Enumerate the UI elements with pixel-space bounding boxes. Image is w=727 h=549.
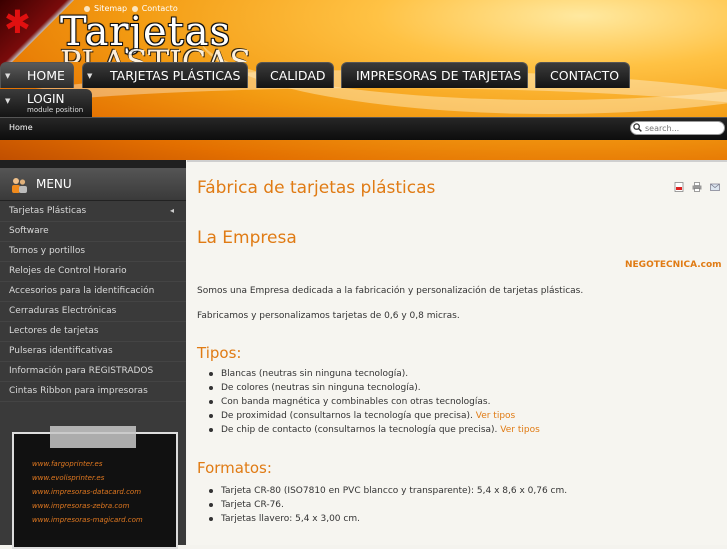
nav-calidad-label: CALIDAD	[270, 68, 326, 83]
banner-link-magicard[interactable]: www.impresoras-magicard.com	[32, 516, 143, 524]
nav-impresoras-label: IMPRESORAS DE TARJETAS	[356, 68, 522, 83]
intro-paragraph: Somos una Empresa dedicada a la fabricac…	[197, 286, 584, 296]
logo-text-secondary: PLASTICAS	[60, 46, 251, 62]
search-input[interactable]	[645, 122, 723, 134]
sidebar-item-label: Pulseras identificativas	[9, 346, 113, 356]
chevron-down-icon: ▼	[5, 97, 11, 105]
list-item-text: De chip de contacto (consultarnos la tec…	[221, 425, 498, 435]
top-links: Sitemap Contacto	[82, 4, 178, 13]
nav-impresoras[interactable]: IMPRESORAS DE TARJETAS	[341, 62, 528, 88]
bullet-icon	[131, 5, 138, 12]
breadcrumb-bar: Home	[0, 117, 727, 140]
sidebar-item-tornos[interactable]: Tornos y portillos	[0, 242, 186, 262]
brand-link[interactable]: NEGOTECNICA.com	[625, 260, 722, 270]
site-header: ✱ Tarjetas PLASTICAS Sitemap Contacto ▼ …	[0, 0, 727, 160]
search-box[interactable]	[630, 121, 725, 135]
page-title: Fábrica de tarjetas plásticas	[197, 178, 436, 198]
printer-links-banner: www.fargoprinter.es www.evolisprinter.es…	[12, 426, 178, 549]
list-item-text: Con banda magnética y combinables con ot…	[221, 397, 491, 407]
list-item: Tarjeta CR-80 (ISO7810 en PVC blancco y …	[209, 484, 567, 498]
nav-home[interactable]: ▼ HOME	[0, 62, 74, 88]
bullet-icon	[84, 5, 90, 12]
list-item-text: Blancas (neutras sin ninguna tecnología)…	[221, 369, 409, 379]
sidebar-item-label: Información para REGISTRADOS	[9, 366, 154, 376]
sidebar-item-lectores[interactable]: Lectores de tarjetas	[0, 322, 186, 342]
search-icon[interactable]	[633, 123, 642, 132]
nav-home-label: HOME	[27, 68, 65, 83]
print-icon[interactable]	[692, 182, 702, 192]
list-item: Tarjeta CR-76.	[209, 498, 567, 512]
list-item: Con banda magnética y combinables con ot…	[209, 395, 540, 409]
sidebar-item-relojes[interactable]: Relojes de Control Horario	[0, 262, 186, 282]
chevron-left-icon: ◂	[169, 206, 174, 215]
nav-tarjetas-label: TARJETAS PLÁSTICAS	[110, 68, 241, 83]
banner-link-fargo[interactable]: www.fargoprinter.es	[32, 460, 102, 468]
menu-title: MENU	[36, 177, 72, 191]
sidebar-item-label: Cintas Ribbon para impresoras	[9, 386, 148, 396]
nav-login[interactable]: ▼ LOGIN module position	[0, 89, 92, 117]
menu-header: MENU	[0, 168, 186, 201]
pdf-icon[interactable]	[674, 182, 684, 192]
content-divider	[187, 160, 727, 162]
formatos-heading: Formatos:	[197, 459, 272, 477]
list-item: Blancas (neutras sin ninguna tecnología)…	[209, 367, 540, 381]
list-item: De chip de contacto (consultarnos la tec…	[209, 423, 540, 437]
login-sub-label: module position	[27, 106, 84, 114]
banner-tape	[50, 426, 136, 448]
micras-paragraph: Fabricamos y personalizamos tarjetas de …	[197, 311, 460, 321]
breadcrumb[interactable]: Home	[9, 123, 33, 132]
tipos-list: Blancas (neutras sin ninguna tecnología)…	[209, 367, 540, 437]
chevron-down-icon: ▼	[87, 72, 93, 80]
list-item: Tarjetas llavero: 5,4 x 3,00 cm.	[209, 512, 567, 526]
email-icon[interactable]	[710, 182, 721, 192]
banner-link-evolis[interactable]: www.evolisprinter.es	[32, 474, 104, 482]
banner-link-zebra[interactable]: www.impresoras-zebra.com	[32, 502, 129, 510]
tipos-heading: Tipos:	[197, 344, 242, 362]
logo-star-icon: ✱	[4, 3, 31, 41]
sidebar-item-label: Cerraduras Electrónicas	[9, 306, 117, 316]
list-item-text: De colores (neutras sin ninguna tecnolog…	[221, 383, 421, 393]
ver-tipos-link[interactable]: Ver tipos	[500, 425, 540, 435]
main-content: Fábrica de tarjetas plásticas La Empresa…	[187, 160, 727, 545]
list-item: De colores (neutras sin ninguna tecnolog…	[209, 381, 540, 395]
sidebar-item-cintas-ribbon[interactable]: Cintas Ribbon para impresoras	[0, 382, 186, 402]
sidebar-item-software[interactable]: Software	[0, 222, 186, 242]
article-tools	[674, 182, 723, 201]
sidebar-item-label: Tornos y portillos	[9, 246, 86, 256]
sidebar-item-label: Tarjetas Plásticas	[9, 206, 87, 216]
sidebar-item-label: Accesorios para la identificación	[9, 286, 155, 296]
sidebar-item-label: Relojes de Control Horario	[9, 266, 127, 276]
sidebar-item-label: Software	[9, 226, 49, 236]
ver-tipos-link[interactable]: Ver tipos	[476, 411, 516, 421]
nav-calidad[interactable]: CALIDAD	[256, 62, 334, 88]
list-item-text: De proximidad (consultarnos la tecnologí…	[221, 411, 473, 421]
contacto-link[interactable]: Contacto	[142, 4, 178, 13]
banner-link-datacard[interactable]: www.impresoras-datacard.com	[32, 488, 141, 496]
sidebar-top-strip	[0, 160, 186, 168]
sidebar-item-label: Lectores de tarjetas	[9, 326, 99, 336]
nav-tarjetas-plasticas[interactable]: ▼ TARJETAS PLÁSTICAS	[82, 62, 248, 88]
nav-contacto[interactable]: CONTACTO	[535, 62, 630, 88]
sidebar-item-cerraduras[interactable]: Cerraduras Electrónicas	[0, 302, 186, 322]
sidebar: MENU Tarjetas Plásticas ◂ Software Tornos…	[0, 160, 186, 549]
sidebar-item-pulseras[interactable]: Pulseras identificativas	[0, 342, 186, 362]
sidebar-item-registrados[interactable]: Información para REGISTRADOS	[0, 362, 186, 382]
sitemap-link[interactable]: Sitemap	[94, 4, 127, 13]
section-title: La Empresa	[197, 228, 297, 248]
nav-contacto-label: CONTACTO	[550, 68, 620, 83]
formatos-list: Tarjeta CR-80 (ISO7810 en PVC blancco y …	[209, 484, 567, 526]
list-item: De proximidad (consultarnos la tecnologí…	[209, 409, 540, 423]
users-icon	[12, 178, 27, 193]
sidebar-item-tarjetas-plasticas[interactable]: Tarjetas Plásticas ◂	[0, 202, 186, 222]
login-label: LOGIN	[27, 92, 65, 106]
chevron-down-icon: ▼	[5, 72, 11, 80]
sidebar-item-accesorios[interactable]: Accesorios para la identificación	[0, 282, 186, 302]
